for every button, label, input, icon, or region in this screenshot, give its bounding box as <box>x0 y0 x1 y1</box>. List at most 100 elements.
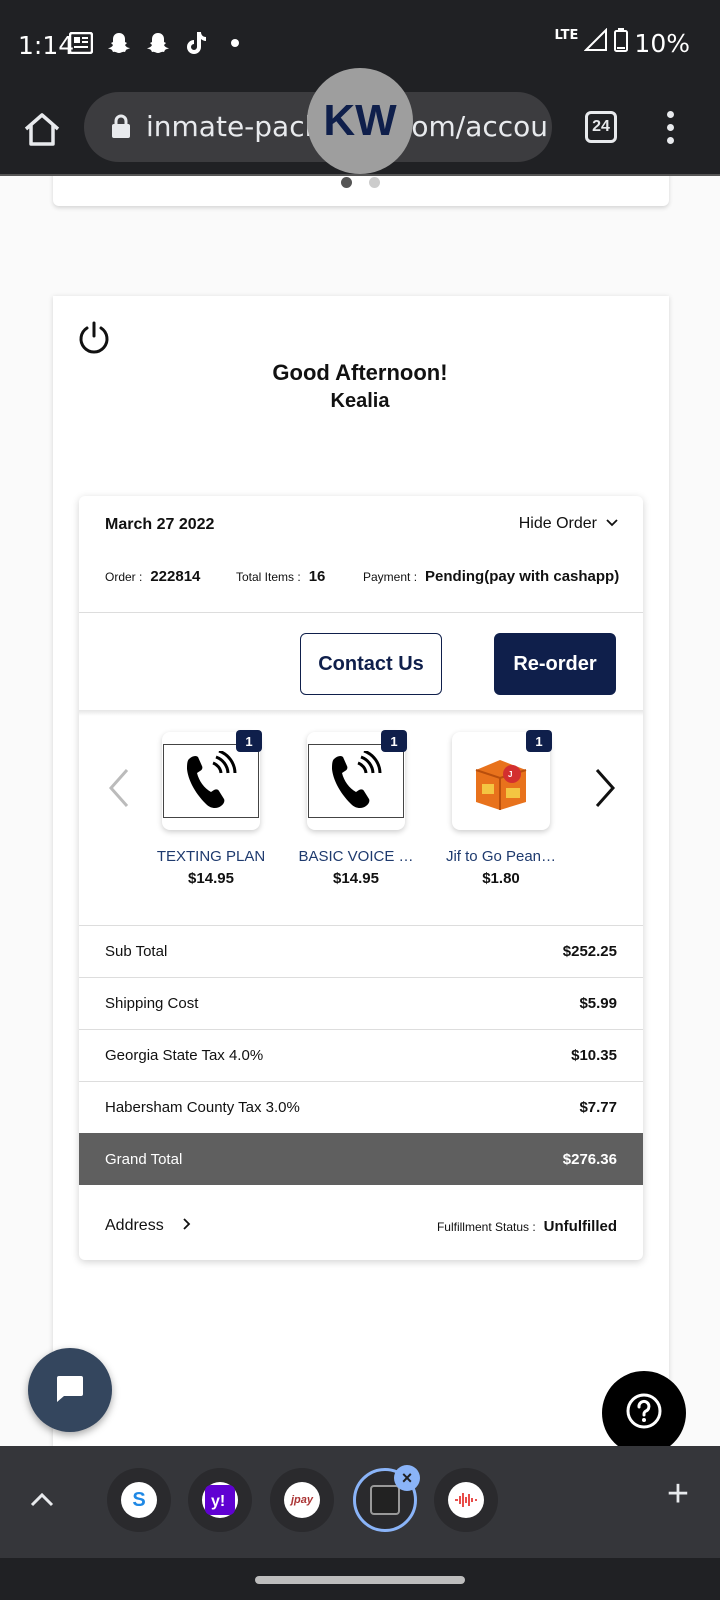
product-thumbnail: 1 <box>307 730 407 830</box>
jpay-icon: jpay <box>284 1482 320 1518</box>
summary-value: $252.25 <box>562 943 617 960</box>
order-card: March 27 2022 Hide Order Order : 222814 … <box>79 496 643 1260</box>
summary-label: Sub Total <box>105 943 168 960</box>
question-mark-icon <box>625 1392 663 1435</box>
product-thumbnail: J 1 <box>452 730 552 830</box>
carousel-dot[interactable] <box>369 177 380 188</box>
address-label: Address <box>105 1217 164 1234</box>
chat-button[interactable] <box>28 1348 112 1432</box>
help-button[interactable] <box>602 1371 686 1455</box>
product-item[interactable]: J 1 Jif to Go Pean… $1.80 <box>431 730 571 887</box>
new-tab-plus-icon[interactable]: + <box>660 1475 696 1513</box>
summary-row-county-tax: Habersham County Tax 3.0% $7.77 <box>79 1081 643 1133</box>
total-items-label: Total Items : <box>236 570 301 584</box>
quantity-badge: 1 <box>526 730 552 752</box>
phone-icon <box>163 744 259 818</box>
close-tab-icon[interactable]: × <box>394 1465 420 1491</box>
dot-icon <box>222 30 248 56</box>
product-item[interactable]: 1 TEXTING PLAN $14.95 <box>141 730 281 887</box>
snapchat-icon <box>145 30 171 56</box>
network-type: LTE <box>554 27 579 43</box>
hide-order-toggle[interactable]: Hide Order <box>519 515 619 533</box>
summary-label: Shipping Cost <box>105 995 199 1012</box>
fulfillment-status: Fulfillment Status : Unfulfilled <box>437 1218 617 1235</box>
payment-field: Payment : Pending(pay with cashapp) <box>363 568 619 585</box>
tab-audio[interactable] <box>434 1468 498 1532</box>
chevron-left-icon[interactable] <box>105 766 135 810</box>
summary-label: Habersham County Tax 3.0% <box>105 1099 300 1116</box>
grand-total-value: $276.36 <box>562 1150 617 1168</box>
tiktok-icon <box>184 30 210 56</box>
summary-label: Georgia State Tax 4.0% <box>105 1047 264 1064</box>
order-date: March 27 2022 <box>105 516 215 533</box>
power-logout-icon[interactable] <box>77 320 111 354</box>
reorder-button[interactable]: Re-order <box>494 633 616 695</box>
user-name: Kealia <box>330 390 390 412</box>
quantity-badge: 1 <box>381 730 407 752</box>
address-row: Address Fulfillment Status : Unfulfilled <box>79 1196 643 1256</box>
payment-label: Payment : <box>363 570 418 584</box>
tab-shopify[interactable]: S <box>107 1468 171 1532</box>
tab-jpay[interactable]: jpay <box>270 1468 334 1532</box>
overflow-menu-icon[interactable] <box>660 108 680 148</box>
carousel-card <box>53 176 669 206</box>
order-number-label: Order : <box>105 570 143 584</box>
lock-icon <box>110 114 132 138</box>
carousel-dot-active[interactable] <box>341 177 352 188</box>
inmate-packages-icon <box>370 1485 400 1515</box>
home-gesture-handle[interactable] <box>255 1576 465 1584</box>
order-number-field: Order : 222814 <box>105 568 200 585</box>
summary-value: $10.35 <box>571 1047 617 1064</box>
product-thumbnail: 1 <box>162 730 262 830</box>
tab-switcher-button[interactable]: 24 <box>585 111 617 143</box>
battery-percent: 10% <box>634 28 690 58</box>
phone-icon <box>308 744 404 818</box>
status-time: 1:14 <box>18 31 75 60</box>
address-link[interactable]: Address <box>105 1217 192 1236</box>
tab-yahoo[interactable]: y! <box>188 1468 252 1532</box>
summary-row-shipping: Shipping Cost $5.99 <box>79 977 643 1029</box>
hide-order-label: Hide Order <box>518 515 597 532</box>
greeting-text: Good Afternoon! <box>272 360 448 385</box>
status-right: LTE 10% <box>555 28 690 58</box>
summary-row-grand-total: Grand Total $276.36 <box>79 1133 643 1185</box>
product-name[interactable]: TEXTING PLAN <box>141 848 281 865</box>
system-nav-bar <box>0 1558 720 1600</box>
chevron-right-icon[interactable] <box>589 766 619 810</box>
chevron-up-icon[interactable] <box>24 1482 60 1518</box>
summary-value: $7.77 <box>579 1099 617 1116</box>
product-price: $1.80 <box>482 870 520 887</box>
chevron-right-icon <box>182 1217 192 1236</box>
order-number: 222814 <box>150 568 201 585</box>
total-items-field: Total Items : 16 <box>236 568 325 585</box>
summary-row-state-tax: Georgia State Tax 4.0% $10.35 <box>79 1029 643 1081</box>
product-name[interactable]: Jif to Go Pean… <box>431 848 571 865</box>
signal-icon <box>584 27 608 58</box>
yahoo-icon: y! <box>202 1482 238 1518</box>
product-item[interactable]: 1 BASIC VOICE … $14.95 <box>286 730 426 887</box>
chevron-down-icon <box>605 515 619 533</box>
quantity-badge: 1 <box>236 730 262 752</box>
grand-total-label: Grand Total <box>105 1150 183 1168</box>
summary-value: $5.99 <box>579 995 617 1012</box>
tab-inmate-packages[interactable]: × <box>353 1465 420 1532</box>
battery-icon <box>614 28 629 58</box>
product-name[interactable]: BASIC VOICE … <box>286 848 426 865</box>
chat-bubble-icon <box>55 1373 85 1408</box>
divider <box>79 612 643 613</box>
news-icon <box>68 30 94 56</box>
sound-wave-icon <box>448 1482 484 1518</box>
svg-text:J: J <box>508 770 512 779</box>
divider <box>79 710 643 716</box>
home-button[interactable] <box>20 108 64 152</box>
summary-row-subtotal: Sub Total $252.25 <box>79 925 643 977</box>
shopify-s-icon: S <box>121 1482 157 1518</box>
product-price: $14.95 <box>333 870 379 887</box>
tab-strip: S y! jpay × + <box>0 1446 720 1558</box>
product-price: $14.95 <box>188 870 234 887</box>
peanut-butter-box-icon: J <box>472 754 530 810</box>
fulfillment-value: Unfulfilled <box>543 1217 617 1235</box>
svg-text:y!: y! <box>211 1493 225 1510</box>
payment-status: Pending(pay with cashapp) <box>425 568 620 585</box>
contact-us-button[interactable]: Contact Us <box>300 633 442 695</box>
